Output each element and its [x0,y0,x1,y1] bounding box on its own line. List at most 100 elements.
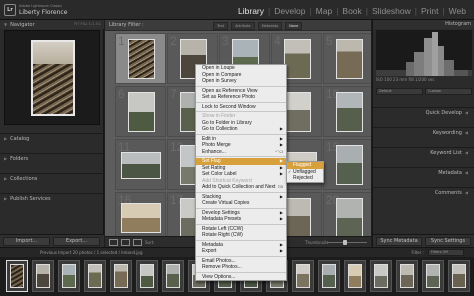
filter-tab-metadata[interactable]: Metadata [257,22,283,30]
menu-item-label: Export [202,248,217,254]
submenu-arrow-icon: ▶ [279,216,283,221]
filmstrip-thumb[interactable] [318,260,340,292]
grid-cell[interactable]: 11 [115,139,166,190]
navigator-header[interactable]: ▼ Navigator FIT FILL 1:1 3:1 [0,20,104,29]
menu-item-label: Open in Loupe [202,65,235,71]
panel-collections[interactable]: ▶ Collections [0,173,104,183]
filmstrip-source-info[interactable]: Previous Import 20 photos / 1 selected /… [40,250,142,255]
navigator-zoom-options[interactable]: FIT FILL 1:1 3:1 [74,20,101,29]
panel-metadata[interactable]: Metadata ◀ [373,167,474,177]
filmstrip-thumb[interactable] [162,260,184,292]
module-print[interactable]: Print [419,6,440,16]
preset-select-right[interactable]: Custom [425,88,472,95]
navigator-photo-wall [33,64,73,114]
grid-cell[interactable]: 20 [323,192,371,236]
export-button[interactable]: Export... [53,237,100,246]
panel-keyword-list[interactable]: Keyword List ◀ [373,147,474,157]
grid-cell[interactable]: 5 [323,33,371,84]
filmstrip-thumb[interactable] [292,260,314,292]
sort-label[interactable]: Sort: [145,240,155,245]
filmstrip-thumb[interactable] [344,260,366,292]
grid-cell[interactable]: 1 [115,33,166,84]
filmstrip-thumb[interactable] [110,260,132,292]
filmstrip-photo [36,264,50,288]
photo-thumbnail [121,152,161,179]
panel-publish-services[interactable]: ▶ Publish Services [0,193,104,203]
menu-item-label: Create Virtual Copies [202,200,250,206]
filmstrip-thumb[interactable] [136,260,158,292]
menu-item-label: Enhance... [202,148,226,155]
filmstrip-thumb[interactable] [6,260,28,292]
collapse-triangle-icon: ▼ [4,22,8,27]
menu-item-rotate-right-cw[interactable]: Rotate Right (CW) [196,232,286,239]
compare-view-icon[interactable] [133,239,142,246]
grid-cell[interactable]: 6 [115,86,166,137]
panel-catalog[interactable]: ▶ Catalog [0,133,104,143]
menu-item-create-virtual-copies[interactable]: Create Virtual Copies [196,200,286,207]
module-slideshow[interactable]: Slideshow [370,6,413,16]
filmstrip-thumb[interactable] [32,260,54,292]
import-button[interactable]: Import... [3,237,50,246]
menu-item-rejected[interactable]: Rejected [287,175,323,182]
filmstrip-thumb[interactable] [448,260,470,292]
expand-triangle-icon: ▶ [4,156,8,161]
menu-item-view-options[interactable]: View Options... [196,274,286,281]
sync-metadata-button[interactable]: Sync Metadata [376,237,422,246]
grid-cell[interactable]: 15 [323,139,371,190]
menu-item-remove-photos[interactable]: Remove Photos... [196,264,286,271]
module-map[interactable]: Map [314,6,335,16]
preset-select-left[interactable]: Default [376,88,423,95]
filter-tab-none[interactable]: None [285,22,303,30]
panel-quick-develop[interactable]: Quick Develop ◀ [373,107,474,117]
filmstrip-thumb[interactable] [58,260,80,292]
filmstrip-thumb[interactable] [396,260,418,292]
menu-item-lock-to-second-window[interactable]: Lock to Second Window [196,104,286,111]
filmstrip-thumb[interactable] [422,260,444,292]
module-develop[interactable]: Develop [272,6,307,16]
menu-item-set-as-reference-photo[interactable]: Set as Reference Photo [196,94,286,101]
module-web[interactable]: Web [447,6,468,16]
menu-item-go-to-collection[interactable]: Go to Collection ▶ [196,126,286,133]
grid-view-icon[interactable] [109,239,118,246]
module-library[interactable]: Library [236,6,266,16]
histogram-bar [454,70,468,76]
filmstrip-thumb[interactable] [84,260,106,292]
filmstrip-photo [426,264,440,288]
collapse-triangle-icon: ◀ [464,190,468,195]
histogram-header[interactable]: Histogram [373,20,474,29]
panel-keywording[interactable]: Keywording ◀ [373,127,474,137]
menu-separator [196,207,286,209]
menu-separator [196,191,286,193]
menu-item-label: Stacking [202,193,222,200]
photo-thumbnail [336,198,363,236]
histogram-bar [406,62,414,76]
menu-item-add-to-quick-collection-and-next[interactable]: Add to Quick Collection and Next ⇧B [196,184,286,191]
photo-thumbnail [121,203,161,233]
grid-cell[interactable]: 16 [115,192,166,236]
filter-tab-attribute[interactable]: Attribute [231,22,255,30]
menu-shortcut: ^⌥I [275,148,283,154]
filmstrip-photo [10,264,24,288]
menu-item-export[interactable]: Export ▶ [196,248,286,255]
thumbnail-size-slider[interactable] [327,242,367,243]
panel-folders[interactable]: ▶ Folders [0,153,104,163]
menu-item-enhance[interactable]: Enhance... ^⌥I [196,149,286,156]
menu-item-label: Set as Reference Photo [202,94,256,100]
photo-thumbnail [284,39,311,79]
menu-item-open-in-survey[interactable]: Open in Survey [196,78,286,85]
menu-item-label: Rotate Left (CCW) [202,225,244,232]
grid-cell[interactable]: 10 [323,86,371,137]
loupe-view-icon[interactable] [121,239,130,246]
filmstrip-thumb[interactable] [370,260,392,292]
filter-tab-text[interactable]: Text [213,22,229,30]
panel-label: Keyword List [430,150,462,156]
module-book[interactable]: Book [340,6,363,16]
panel-comments[interactable]: Comments ◀ [373,187,474,197]
sync-settings-button[interactable]: Sync Settings [425,237,471,246]
photo-thumbnail [336,39,363,79]
filmstrip-filter-select[interactable]: Filters Off [428,249,464,256]
filmstrip-photo [374,264,388,288]
navigator-preview[interactable] [4,30,100,125]
menu-item-metadata-presets[interactable]: Metadata Presets ▶ [196,216,286,223]
thumbnail-slider-knob[interactable] [343,240,347,245]
